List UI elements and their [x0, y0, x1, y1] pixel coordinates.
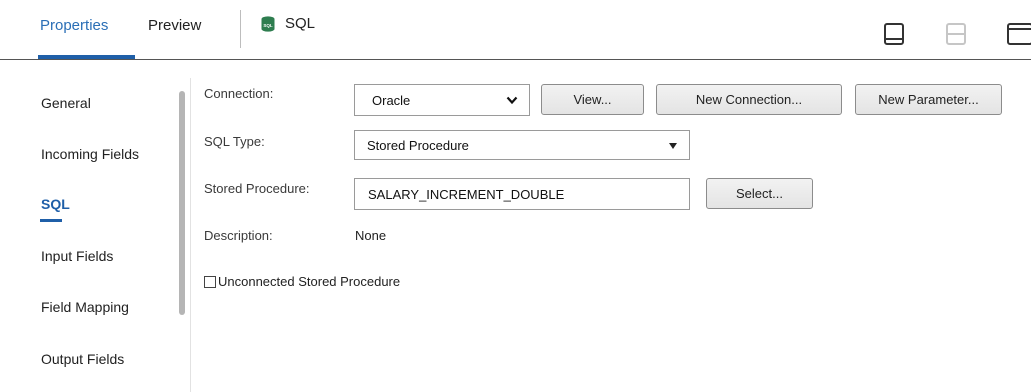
sql-type-value: Stored Procedure	[367, 137, 469, 153]
tab-sql-label: SQL	[285, 15, 316, 32]
panel-bottom-icon[interactable]	[884, 23, 904, 45]
panel-maximize-icon[interactable]	[1007, 23, 1031, 45]
nav-item-input-fields[interactable]: Input Fields	[41, 248, 113, 264]
unconnected-procedure-option[interactable]: Unconnected Stored Procedure	[204, 274, 400, 289]
new-connection-button[interactable]: New Connection...	[656, 84, 842, 115]
nav-item-incoming-fields[interactable]: Incoming Fields	[41, 146, 139, 162]
tab-preview[interactable]: Preview	[148, 17, 201, 34]
unconnected-procedure-label: Unconnected Stored Procedure	[218, 274, 401, 289]
database-icon-label: SQL	[263, 23, 273, 28]
unconnected-procedure-checkbox[interactable]	[204, 275, 216, 288]
sql-type-label: SQL Type:	[204, 134, 265, 149]
nav-divider	[190, 78, 191, 392]
chevron-down-icon	[506, 94, 518, 109]
nav-item-sql[interactable]: SQL	[41, 196, 70, 212]
stored-procedure-label: Stored Procedure:	[204, 181, 310, 196]
connection-value: Oracle	[372, 92, 411, 108]
nav-item-general[interactable]: General	[41, 95, 91, 111]
connection-select[interactable]: Oracle	[354, 84, 530, 116]
nav-active-indicator	[40, 219, 62, 222]
sql-type-select[interactable]: Stored Procedure	[354, 130, 690, 160]
view-connection-button[interactable]: View...	[541, 84, 644, 115]
tab-properties[interactable]: Properties	[40, 17, 108, 34]
connection-label: Connection:	[204, 86, 274, 101]
database-icon: SQL	[261, 15, 275, 32]
tab-sql[interactable]: SQL SQL	[261, 15, 315, 32]
description-label: Description:	[204, 228, 273, 243]
panel-tab-bar: Properties Preview SQL SQL	[0, 0, 1031, 60]
dropdown-arrow-icon	[669, 143, 677, 149]
panel-split-icon[interactable]	[946, 23, 966, 45]
active-tab-indicator	[38, 55, 135, 59]
nav-scrollbar[interactable]	[179, 91, 185, 315]
new-parameter-button[interactable]: New Parameter...	[855, 84, 1002, 115]
description-value: None	[355, 228, 387, 243]
select-procedure-button[interactable]: Select...	[706, 178, 813, 209]
tab-divider	[240, 10, 241, 48]
nav-item-output-fields[interactable]: Output Fields	[41, 351, 124, 367]
stored-procedure-value: SALARY_INCREMENT_DOUBLE	[368, 186, 565, 202]
nav-item-field-mapping[interactable]: Field Mapping	[41, 299, 129, 315]
stored-procedure-field[interactable]: SALARY_INCREMENT_DOUBLE	[354, 178, 690, 210]
